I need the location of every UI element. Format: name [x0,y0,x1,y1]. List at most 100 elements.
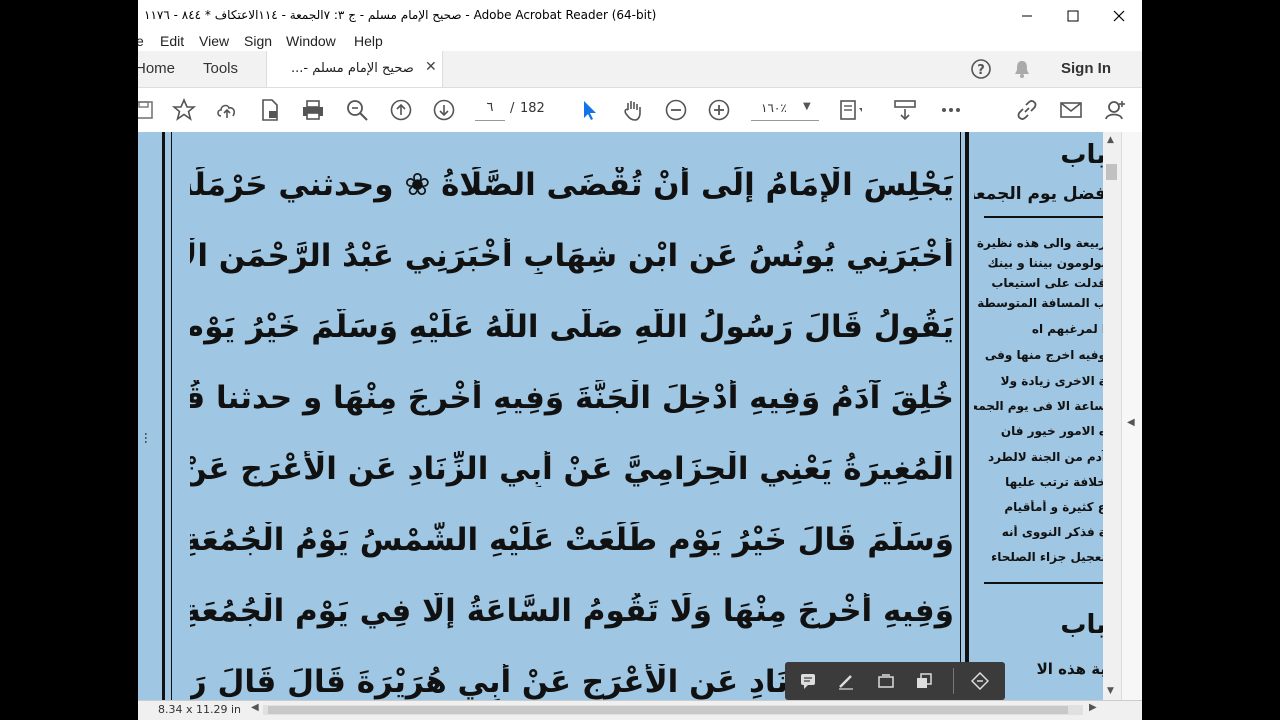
floating-comment-toolbar [785,662,1005,700]
vertical-scrollbar[interactable]: ▲ ▼ [1103,132,1121,700]
search-zoom-icon[interactable] [345,98,369,122]
margin-line-4: ب المسافة المتوسطة [977,296,1103,310]
scroll-up-icon[interactable]: ▲ [1107,135,1114,145]
page-frame-left [162,132,165,700]
close-button[interactable] [1096,0,1142,31]
margin-line-7: ة الاخرى زيادة ولا [1000,374,1103,388]
text-line-5: الْمُغِيرَةُ يَعْنِي الْحِزَامِيَّ عَنْ … [190,451,954,487]
print-icon[interactable] [301,98,325,122]
margin-line-6: وفيه اخرج منها وفى [984,348,1103,362]
document-tab-label: صحيح الإمام مسلم -... [291,61,414,76]
tab-document[interactable]: صحيح الإمام مسلم -... ✕ [266,51,443,87]
page-frame-right [965,132,969,700]
minimize-button[interactable] [1004,0,1050,31]
page-total: 182 [520,101,545,116]
title-bar: صحيح الإمام مسلم - ج ٣: ٧الجمعة - ١١٤الا… [138,0,1142,31]
acrobat-window: صحيح الإمام مسلم - ج ٣: ٧الجمعة - ١١٤الا… [138,0,1142,720]
menu-window[interactable]: Window [286,33,336,49]
margin-divider [984,216,1103,218]
email-icon[interactable] [1059,98,1083,122]
margin-line-10: آدم من الجنة لالطرد [987,450,1103,464]
more-tools-icon[interactable] [939,98,963,122]
scroll-left-icon[interactable]: ◀ [251,702,259,713]
floatbar-separator [953,668,954,694]
margin-divider-2 [984,582,1103,584]
scroll-right-icon[interactable]: ▶ [1089,702,1097,713]
minimize-icon [1022,15,1032,16]
sign-in-button[interactable]: Sign In [1061,60,1111,77]
upload-cloud-icon[interactable] [215,98,239,122]
margin-heading-subtitle: فضل يوم الجمعة [974,184,1103,204]
svg-text:?: ? [977,63,985,78]
next-page-icon[interactable] [432,98,456,122]
scroll-down-icon[interactable]: ▼ [1107,686,1114,696]
page-separator: / [510,101,515,116]
tab-home[interactable]: Home [138,60,175,77]
menu-bar: e Edit View Sign Window Help [138,31,1142,51]
menu-sign[interactable]: Sign [244,33,272,49]
margin-line-5: ا لمرغبهم اه [1031,322,1103,336]
file-lock-icon[interactable] [258,98,282,122]
page-frame-right-inner [960,132,961,700]
menu-help[interactable]: Help [354,33,383,49]
stamp-tool-icon[interactable] [969,670,991,692]
notification-bell-icon[interactable] [1011,58,1033,80]
margin-heading-bab-2: باب [1060,610,1103,640]
main-toolbar: ٦ / 182 ١٦٠٪ ▼ [138,88,1142,133]
status-bar: 8.34 x 11.29 in ◀ ▶ [138,700,1142,720]
sticky-note-icon[interactable] [797,670,819,692]
page-number-input[interactable]: ٦ [475,100,505,121]
margin-line-2: يولومون بيننا و بينك [987,256,1103,270]
zoom-level-value: ١٦٠٪ [761,101,787,115]
margin-line-8: ساعة الا فى يوم الجمعة [974,399,1103,413]
margin-heading-bab: باب [1060,140,1103,170]
tab-close-icon[interactable]: ✕ [425,59,437,75]
text-line-7: وَفِيهِ أُخْرِجَ مِنْهَا وَلَا تَقُومُ ا… [190,593,954,629]
left-margin-fragment: … [142,432,156,444]
select-cursor-icon[interactable] [578,98,602,122]
text-line-3: يَقُولُ قَالَ رَسُولُ اللَّهِ صَلَّى الل… [190,309,954,345]
right-pane-toggle[interactable]: ◀ [1121,132,1142,700]
previous-page-icon[interactable] [389,98,413,122]
copy-icon[interactable] [913,670,935,692]
text-line-2: أَخْبَرَنِي يُونُسُ عَنِ ابْنِ شِهَابٍ أ… [190,238,954,274]
page-fit-icon[interactable] [838,98,862,122]
text-line-4: خُلِقَ آدَمُ وَفِيهِ أُدْخِلَ الْجَنَّةَ… [190,380,954,416]
margin-line-11: خلافة ترتب عليها [1005,475,1103,489]
tab-tools[interactable]: Tools [203,60,238,77]
zoom-level-select[interactable]: ١٦٠٪ ▼ [751,100,819,121]
margin-line-12: ع كثيرة و أمأقيام [1004,500,1103,514]
horizontal-scrollbar[interactable] [263,705,1083,715]
help-icon[interactable]: ? [970,58,992,80]
margin-line-3: قدلت على استيعاب [991,276,1103,290]
zoom-in-icon[interactable] [707,98,731,122]
menu-view[interactable]: View [199,33,229,49]
window-title: صحيح الإمام مسلم - ج ٣: ٧الجمعة - ١١٤الا… [144,8,657,22]
scroll-mode-icon[interactable] [893,98,917,122]
maximize-button[interactable] [1050,0,1096,31]
hand-tool-icon[interactable] [621,98,645,122]
highlight-pen-icon[interactable] [835,670,857,692]
expand-pane-icon[interactable]: ◀ [1127,417,1135,428]
text-line-1: يَجْلِسَ الْإِمَامُ إِلَى أَنْ تُقْضَى ا… [190,167,954,203]
text-box-icon[interactable] [875,670,897,692]
maximize-icon [1067,10,1079,21]
scrollbar-thumb[interactable] [1106,164,1117,180]
margin-line-13: ة فذكر النووى أنه [1001,525,1103,539]
add-user-icon[interactable] [1103,98,1127,122]
horizontal-scrollbar-thumb[interactable] [268,706,1068,714]
menu-edit[interactable]: Edit [160,33,184,49]
share-link-icon[interactable] [1015,98,1039,122]
zoom-out-icon[interactable] [664,98,688,122]
save-icon[interactable] [138,98,156,122]
page-size-label: 8.34 x 11.29 in [158,703,242,716]
tab-bar: Home Tools صحيح الإمام مسلم -... ✕ ? Sig… [138,51,1142,88]
page-frame-left-inner [171,132,172,700]
bookmark-star-icon[interactable] [172,98,196,122]
margin-line-1: ربيعة والى هذه نظيرة [976,236,1103,250]
document-viewport[interactable]: … يَجْلِسَ الْإِمَامُ إِلَى أَنْ تُقْضَى… [138,132,1103,700]
close-icon [1113,10,1125,21]
chevron-down-icon: ▼ [803,101,811,112]
margin-line-14: تعجيل جزاء الصلحاء [991,550,1103,564]
menu-file[interactable]: e [138,33,144,49]
